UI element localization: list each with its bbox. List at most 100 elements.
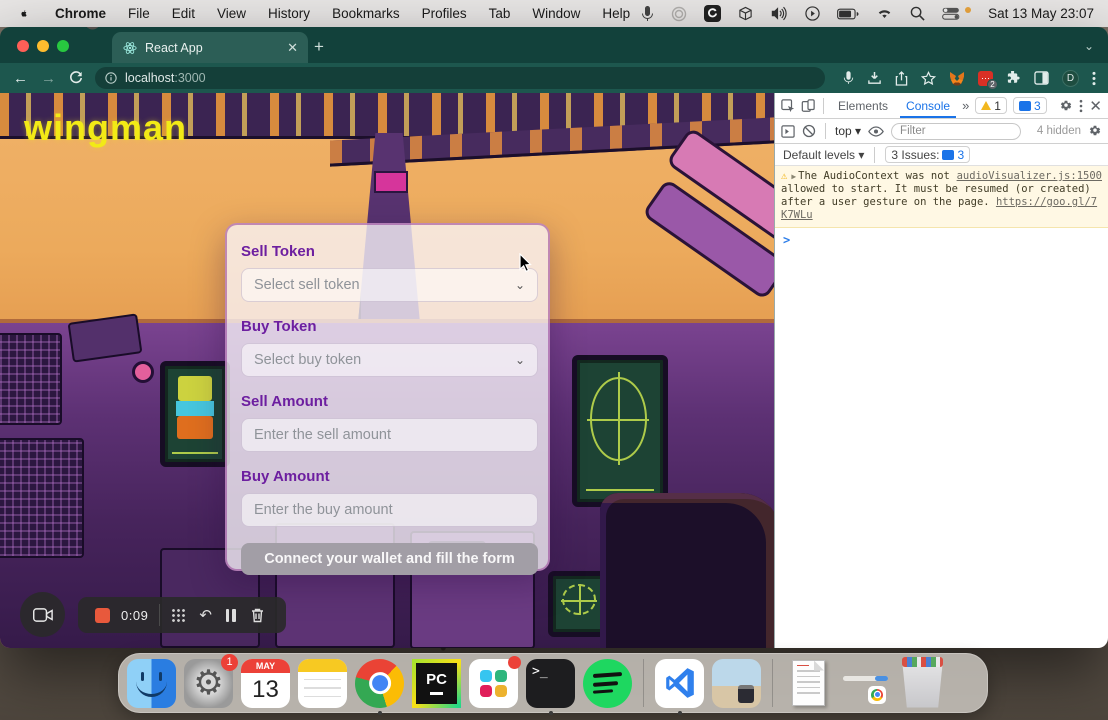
context-selector[interactable]: top ▾ (835, 124, 861, 138)
devtools-tab-console[interactable]: Console (900, 93, 956, 118)
buy-amount-label: Buy Amount (241, 468, 330, 485)
messages-badge[interactable]: 3 (1012, 97, 1047, 114)
sell-token-select[interactable]: Select sell token ⌄ (241, 268, 538, 302)
microphone-status-icon[interactable] (641, 5, 654, 22)
pause-recording-button[interactable] (225, 608, 236, 622)
menu-bookmarks[interactable]: Bookmarks (321, 6, 411, 21)
spotlight-search-icon[interactable] (910, 6, 925, 21)
dock-calendar-icon[interactable]: MAY 13 (241, 658, 290, 708)
menu-view[interactable]: View (206, 6, 257, 21)
dock-pycharm-icon[interactable]: PC (412, 658, 461, 708)
settings-badge: 1 (221, 653, 238, 671)
buy-amount-input[interactable]: Enter the buy amount (241, 493, 538, 527)
minimize-window-button[interactable] (37, 40, 49, 52)
warning-icon: ⚠ (781, 170, 788, 182)
battery-icon[interactable] (837, 8, 859, 20)
password-extension-icon[interactable]: ⋯ 2 (978, 70, 998, 90)
dock-finder-icon[interactable] (127, 658, 176, 708)
dock-vscode-icon[interactable] (655, 658, 704, 715)
devtools-close-icon[interactable]: ✕ (1089, 97, 1102, 115)
menu-file[interactable]: File (117, 6, 161, 21)
console-settings-icon[interactable] (1088, 124, 1102, 138)
apple-logo-icon[interactable] (20, 6, 28, 21)
console-filter-input[interactable]: Filter (891, 122, 1022, 140)
sell-amount-input[interactable]: Enter the sell amount (241, 418, 538, 452)
issues-bubble-icon (942, 149, 955, 160)
extensions-puzzle-icon[interactable] (1006, 70, 1021, 86)
dock-download-item[interactable] (841, 659, 890, 708)
volume-icon[interactable] (770, 6, 788, 21)
browser-tab-react-app[interactable]: React App ✕ (112, 32, 308, 63)
console-warning-message[interactable]: audioVisualizer.js:1500 ⚠ ▶ The AudioConte… (775, 166, 1108, 228)
new-tab-button[interactable]: + (314, 37, 324, 57)
console-sidebar-icon[interactable] (781, 124, 795, 138)
tab-search-chevron-icon[interactable]: ⌄ (1084, 39, 1094, 53)
warning-source-link[interactable]: audioVisualizer.js:1500 (957, 170, 1102, 183)
dock-chrome-icon[interactable] (349, 652, 410, 715)
connect-wallet-button[interactable]: Connect your wallet and fill the form (241, 543, 538, 575)
undo-icon[interactable]: ↶ (199, 606, 212, 624)
forward-button[interactable]: → (41, 70, 56, 87)
stop-recording-button[interactable] (95, 607, 110, 623)
dock-system-settings-icon[interactable]: ⚙ 1 (184, 653, 238, 708)
chrome-menu-icon[interactable] (1092, 71, 1096, 86)
dock-notes-icon[interactable] (298, 658, 347, 708)
discard-recording-button[interactable] (250, 607, 265, 623)
menu-app-name[interactable]: Chrome (44, 6, 117, 21)
profile-avatar[interactable]: D (1062, 69, 1079, 87)
menu-history[interactable]: History (257, 6, 321, 21)
dock-screenshot-preview-icon[interactable] (712, 658, 761, 708)
zoom-window-button[interactable] (57, 40, 69, 52)
hidden-messages-label[interactable]: 4 hidden (1037, 125, 1081, 137)
recorder-camera-button[interactable] (20, 592, 65, 637)
menu-tab[interactable]: Tab (478, 6, 522, 21)
share-icon[interactable] (895, 70, 908, 86)
menu-edit[interactable]: Edit (161, 6, 206, 21)
expand-triangle-icon[interactable]: ▶ (791, 172, 796, 181)
more-tabs-icon[interactable]: » (962, 98, 969, 113)
url-host: localhost (125, 71, 175, 85)
default-levels-dropdown[interactable]: Default levels ▾ (783, 148, 864, 162)
console-prompt-chevron[interactable]: > (775, 228, 1108, 252)
close-window-button[interactable] (17, 40, 29, 52)
menu-help[interactable]: Help (591, 6, 641, 21)
tab-close-icon[interactable]: ✕ (287, 40, 298, 56)
dock-spotify-icon[interactable] (583, 658, 632, 708)
menu-window[interactable]: Window (521, 6, 591, 21)
inspect-element-icon[interactable] (781, 98, 795, 113)
options-grid-icon[interactable] (171, 607, 187, 623)
screen-mirroring-icon[interactable] (671, 6, 687, 22)
back-button[interactable]: ← (13, 70, 28, 87)
devtools-menu-icon[interactable] (1079, 99, 1083, 113)
url-port: :3000 (174, 71, 206, 85)
dock-slack-icon[interactable] (469, 655, 521, 708)
wifi-icon[interactable] (876, 7, 893, 20)
mic-permission-icon[interactable] (843, 71, 854, 85)
react-favicon (123, 41, 137, 54)
buy-token-label: Buy Token (241, 318, 317, 335)
clear-console-icon[interactable] (802, 124, 816, 138)
device-toolbar-icon[interactable] (801, 98, 815, 113)
metamask-extension-icon[interactable] (949, 71, 965, 86)
buy-token-select[interactable]: Select buy token ⌄ (241, 343, 538, 377)
screen-record-status-icon[interactable] (805, 6, 820, 21)
eye-icon[interactable] (868, 125, 884, 137)
screen-recorder-menu-icon[interactable] (704, 5, 722, 22)
downloads-icon[interactable] (867, 71, 882, 86)
dock-trash-icon[interactable] (898, 656, 947, 708)
reload-button[interactable] (69, 71, 83, 85)
issues-counter[interactable]: 3 Issues: 3 (885, 146, 971, 163)
side-panel-icon[interactable] (1034, 71, 1049, 85)
menu-bar-clock[interactable]: Sat 13 May 23:07 (988, 6, 1094, 21)
control-center-icon[interactable] (942, 7, 960, 20)
devtools-settings-icon[interactable] (1059, 99, 1073, 113)
devtools-tab-elements[interactable]: Elements (832, 93, 894, 118)
site-info-icon[interactable] (105, 72, 117, 84)
bookmark-star-icon[interactable] (921, 70, 936, 86)
package-cube-icon[interactable] (738, 6, 753, 22)
dock-document-icon[interactable] (784, 659, 833, 708)
url-bar[interactable]: localhost:3000 (95, 67, 825, 89)
menu-profiles[interactable]: Profiles (411, 6, 478, 21)
warnings-badge[interactable]: 1 (975, 97, 1007, 114)
dock-terminal-icon[interactable]: >_ (526, 658, 575, 715)
